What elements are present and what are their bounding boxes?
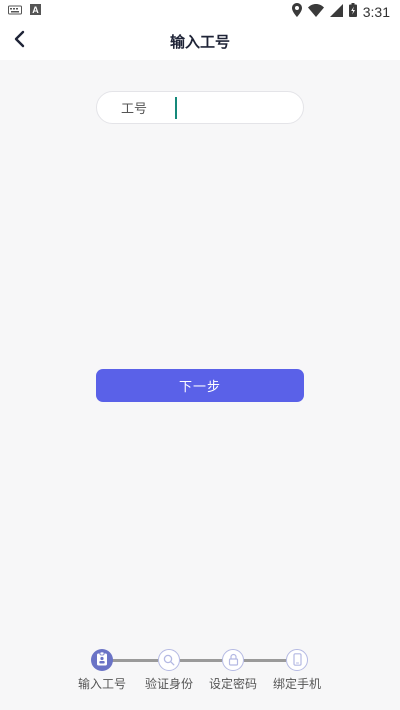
step-1-circle bbox=[91, 649, 113, 671]
step-2-circle bbox=[158, 649, 180, 671]
status-time: 3:31 bbox=[362, 4, 390, 20]
step-connector bbox=[180, 659, 222, 662]
step-3-label: 设定密码 bbox=[208, 677, 257, 691]
header: 输入工号 bbox=[0, 22, 400, 60]
step-connector bbox=[112, 659, 158, 662]
step-1-label: 输入工号 bbox=[77, 677, 126, 691]
next-button[interactable]: 下一步 bbox=[96, 369, 304, 402]
step-2-label: 验证身份 bbox=[144, 677, 193, 691]
search-icon bbox=[163, 651, 175, 670]
svg-text:A: A bbox=[32, 5, 39, 15]
employee-id-input[interactable] bbox=[175, 96, 285, 119]
step-3-circle bbox=[222, 649, 244, 671]
signal-icon bbox=[329, 3, 343, 21]
keyboard-icon bbox=[8, 4, 22, 19]
status-right: 3:31 bbox=[291, 3, 390, 21]
employee-id-label: 工号 bbox=[121, 102, 148, 117]
page-title: 输入工号 bbox=[169, 33, 230, 51]
battery-icon bbox=[348, 3, 357, 21]
phone-icon bbox=[292, 651, 302, 670]
step-progress: 输入工号 验证身份 设定密码 绑定手机 bbox=[0, 648, 400, 698]
step-4-label: 绑定手机 bbox=[272, 677, 321, 691]
step-connector bbox=[244, 659, 286, 662]
status-bar: A 3:31 bbox=[0, 0, 400, 22]
lock-icon bbox=[228, 651, 239, 670]
id-badge-icon bbox=[96, 651, 108, 670]
wifi-icon bbox=[307, 3, 324, 21]
step-4-circle bbox=[286, 649, 308, 671]
location-icon bbox=[291, 3, 302, 21]
employee-id-input-wrapper[interactable]: 工号 bbox=[96, 91, 304, 124]
font-icon: A bbox=[30, 4, 41, 19]
status-left: A bbox=[8, 4, 41, 19]
